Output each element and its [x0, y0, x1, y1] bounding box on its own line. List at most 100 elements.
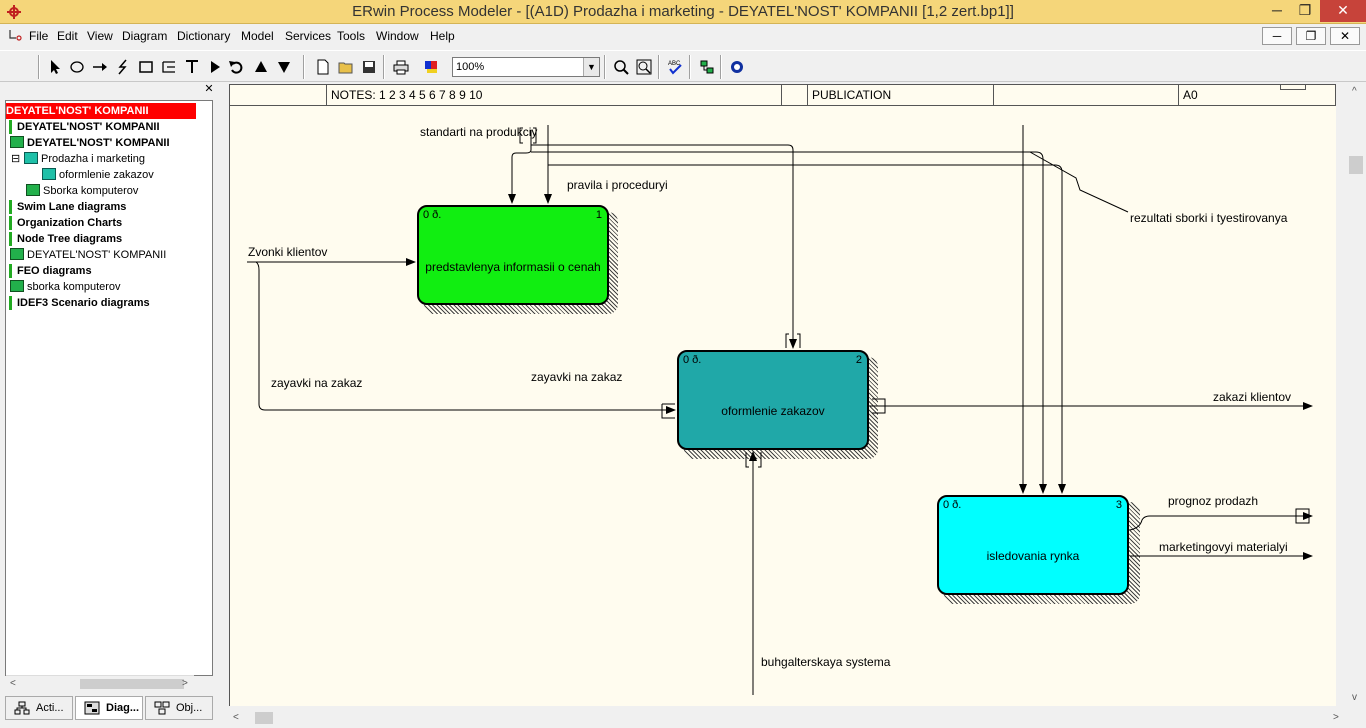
- scroll-up-icon[interactable]: ^: [1352, 86, 1357, 97]
- menu-view[interactable]: View: [87, 29, 113, 43]
- go-down-icon[interactable]: [273, 56, 295, 78]
- model-tree: DEYATEL'NOST' KOMPANII DEYATEL'NOST' KOM…: [5, 100, 213, 676]
- spell-check-icon[interactable]: ABC: [664, 56, 686, 78]
- zoom-select[interactable]: 100% ▼: [452, 57, 600, 77]
- print-icon[interactable]: [390, 56, 412, 78]
- scroll-down-icon[interactable]: v: [1352, 692, 1357, 703]
- zoom-fit-icon[interactable]: [633, 56, 655, 78]
- tree-expander-icon[interactable]: ⊟: [11, 151, 20, 167]
- squiggle-tool-icon[interactable]: [112, 56, 134, 78]
- diagram-vertical-scrollbar[interactable]: ^ v: [1346, 82, 1366, 708]
- arrow-tool-icon[interactable]: [89, 56, 111, 78]
- mdi-restore-button[interactable]: ❐: [1296, 27, 1326, 45]
- menu-diagram[interactable]: Diagram: [122, 29, 167, 43]
- zoom-value: 100%: [456, 61, 485, 73]
- scroll-thumb[interactable]: [80, 679, 184, 689]
- box-2-cost: 0 ð.: [683, 354, 702, 366]
- tab-objects-label: Obj...: [176, 702, 203, 714]
- menu-help[interactable]: Help: [430, 29, 455, 43]
- box-3-number: 3: [1115, 499, 1122, 511]
- label-buhgalter[interactable]: buhgalterskaya systema: [761, 655, 890, 669]
- label-rezultati[interactable]: rezultati sborki i tyestirovanya: [1130, 211, 1287, 225]
- menu-model[interactable]: Model: [241, 29, 274, 43]
- tree-item-node-tree[interactable]: Node Tree diagrams: [17, 231, 122, 247]
- mdi-minimize-button[interactable]: ─: [1262, 27, 1292, 45]
- tree-item-node-tree-child-label: DEYATEL'NOST' KOMPANII: [27, 249, 167, 261]
- label-standarti[interactable]: standarti na produkciy: [420, 125, 537, 139]
- scroll-left-icon[interactable]: <: [233, 712, 239, 723]
- label-zayavki-mid[interactable]: zayavki na zakaz: [531, 370, 622, 384]
- header-node: A0: [1178, 84, 1336, 106]
- header-cell-blank: [993, 84, 1179, 106]
- save-icon[interactable]: [358, 56, 380, 78]
- tree-item-node-tree-child[interactable]: DEYATEL'NOST' KOMPANII: [10, 247, 166, 263]
- activity-box-3[interactable]: 0 ð. 3 isledovania rynka: [937, 495, 1129, 595]
- activity-box-2[interactable]: 0 ð. 2 oformlenie zakazov: [677, 350, 869, 450]
- toolbar-separator: [720, 55, 722, 79]
- tree-item-prodazha[interactable]: Prodazha i marketing: [24, 151, 145, 167]
- tree-line-icon: [9, 296, 12, 310]
- diagram-horizontal-scrollbar[interactable]: < >: [229, 708, 1346, 728]
- label-zvonki[interactable]: Zvonki klientov: [248, 245, 327, 259]
- label-pravila[interactable]: pravila i proceduryi: [567, 178, 668, 192]
- model-explorer-icon[interactable]: [696, 56, 718, 78]
- menu-services[interactable]: Services: [285, 29, 331, 43]
- explorer-tabs: Acti... Diag... Obj...: [5, 696, 215, 720]
- label-prognoz[interactable]: prognoz prodazh: [1168, 494, 1258, 508]
- undo-tool-icon[interactable]: [226, 56, 248, 78]
- scroll-thumb[interactable]: [255, 712, 273, 724]
- tree-item-feo-child[interactable]: sborka komputerov: [10, 279, 121, 295]
- open-folder-icon[interactable]: [335, 56, 357, 78]
- panel-close-icon[interactable]: ✕: [203, 84, 215, 96]
- diagram-icon: [10, 136, 24, 148]
- pointer-tool-icon[interactable]: [44, 56, 66, 78]
- tab-diagrams-label: Diag...: [106, 702, 140, 714]
- color-icon[interactable]: [421, 56, 443, 78]
- label-zayavki-left[interactable]: zayavki na zakaz: [271, 376, 362, 390]
- scroll-left-icon[interactable]: <: [10, 678, 16, 689]
- ellipse-tool-icon[interactable]: [66, 56, 88, 78]
- close-button[interactable]: ✕: [1320, 0, 1366, 22]
- label-zakazi[interactable]: zakazi klientov: [1213, 390, 1291, 404]
- tree-item-sborka[interactable]: Sborka komputerov: [26, 183, 138, 199]
- text-tool-icon[interactable]: [181, 56, 203, 78]
- window-title: ERwin Process Modeler - [(A1D) Prodazha …: [352, 3, 1014, 20]
- go-up-icon[interactable]: [250, 56, 272, 78]
- tree-item-a0[interactable]: DEYATEL'NOST' KOMPANII: [10, 135, 170, 151]
- tree-item-oformlenie[interactable]: oformlenie zakazov: [42, 167, 154, 183]
- tab-objects[interactable]: Obj...: [145, 696, 213, 720]
- menu-tools[interactable]: Tools: [337, 29, 365, 43]
- menu-window[interactable]: Window: [376, 29, 419, 43]
- label-marketing[interactable]: marketingovyi materialyi: [1159, 540, 1288, 554]
- tree-item-idef3[interactable]: IDEF3 Scenario diagrams: [17, 295, 150, 311]
- play-tool-icon[interactable]: [204, 56, 226, 78]
- tab-activities[interactable]: Acti...: [5, 696, 73, 720]
- box-tool-icon[interactable]: [135, 56, 157, 78]
- toolbar: 100% ▼ ABC: [0, 50, 1366, 82]
- document-menu-icon[interactable]: [8, 29, 26, 43]
- tree-item-swim-lane[interactable]: Swim Lane diagrams: [17, 199, 126, 215]
- scroll-right-icon[interactable]: >: [182, 678, 188, 689]
- chevron-down-icon[interactable]: ▼: [583, 58, 599, 76]
- tree-item-org-charts[interactable]: Organization Charts: [17, 215, 122, 231]
- tree-horizontal-scrollbar[interactable]: < >: [6, 675, 194, 691]
- box-3-cost: 0 ð.: [943, 499, 962, 511]
- mdi-close-button[interactable]: ✕: [1330, 27, 1360, 45]
- scroll-thumb[interactable]: [1349, 156, 1363, 174]
- zoom-in-icon[interactable]: [610, 56, 632, 78]
- menu-file[interactable]: File: [29, 29, 48, 43]
- tree-item-context[interactable]: DEYATEL'NOST' KOMPANII: [17, 119, 160, 135]
- minimize-button[interactable]: ─: [1262, 0, 1292, 22]
- menu-edit[interactable]: Edit: [57, 29, 78, 43]
- scroll-right-icon[interactable]: >: [1333, 712, 1339, 723]
- tree-item-feo[interactable]: FEO diagrams: [17, 263, 92, 279]
- maximize-button[interactable]: ❐: [1290, 0, 1320, 22]
- model-mart-icon[interactable]: [726, 56, 748, 78]
- menu-dictionary[interactable]: Dictionary: [177, 29, 230, 43]
- referent-tool-icon[interactable]: [158, 56, 180, 78]
- new-document-icon[interactable]: [312, 56, 334, 78]
- tree-item-root[interactable]: DEYATEL'NOST' KOMPANII: [6, 103, 196, 119]
- activity-box-1[interactable]: 0 ð. 1 predstavlenya informasii o cenah: [417, 205, 609, 305]
- tree-line-icon: [9, 232, 12, 246]
- tab-diagrams[interactable]: Diag...: [75, 696, 143, 720]
